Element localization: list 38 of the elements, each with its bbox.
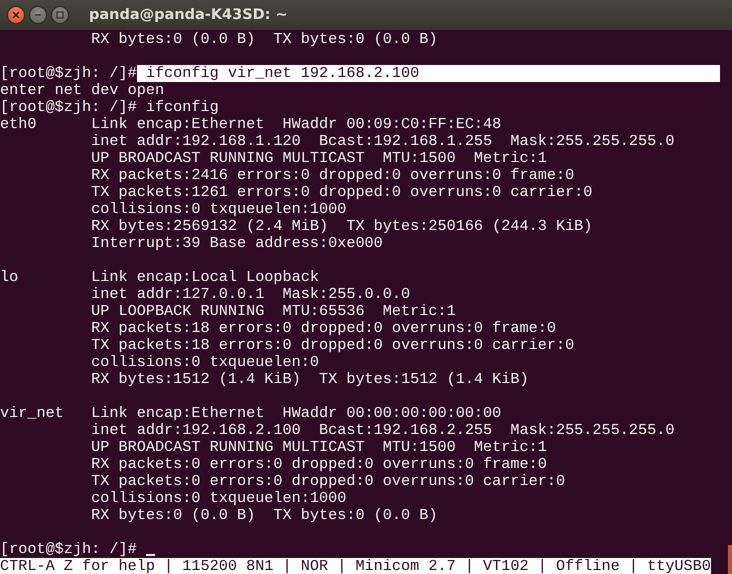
window-title: panda@panda-K43SD: ~ (89, 7, 288, 23)
terminal-line: inet addr:192.168.1.120 Bcast:192.168.1.255 Mask:255.255.255.0 (90, 133, 674, 150)
terminal-line: eth0 Link encap:Ethernet HWaddr 00:09:C0:FF:EC:48 (0, 116, 502, 133)
terminal-line: RX bytes:0 (0.0 B) TX bytes:0 (0.0 B) (90, 507, 438, 524)
close-icon (12, 11, 20, 19)
terminal-line: TX packets:0 errors:0 dropped:0 overruns:0 carrier:0 (90, 473, 566, 490)
terminal-line: UP BROADCAST RUNNING MULTICAST MTU:1500 Metric:1 (90, 439, 547, 456)
terminal-line: collisions:0 txqueuelen:1000 (90, 490, 346, 507)
terminal-line: collisions:0 txqueuelen:1000 (90, 201, 346, 218)
terminal-line: RX packets:0 errors:0 dropped:0 overruns:0 frame:0 (90, 456, 547, 473)
terminal-line: TX packets:1261 errors:0 dropped:0 overruns:0 carrier:0 (90, 184, 592, 201)
terminal-line: UP BROADCAST RUNNING MULTICAST MTU:1500 Metric:1 (90, 150, 547, 167)
terminal-line: inet addr:192.168.2.100 Bcast:192.168.2.255 Mask:255.255.255.0 (90, 422, 674, 439)
shell-prompt: [root@$zjh: /]# (0, 541, 137, 558)
minimize-icon (34, 11, 42, 19)
terminal-line: RX packets:18 errors:0 dropped:0 overruns:0 frame:0 (90, 320, 556, 337)
terminal-line: TX packets:18 errors:0 dropped:0 overruns:0 carrier:0 (90, 337, 574, 354)
terminal-line: RX packets:2416 errors:0 dropped:0 overruns:0 frame:0 (90, 167, 574, 184)
shell-prompt: [root@$zjh: /]# (0, 99, 137, 116)
terminal-line: UP LOOPBACK RUNNING MTU:65536 Metric:1 (90, 303, 456, 320)
terminal-line: RX bytes:0 (0.0 B) TX bytes:0 (0.0 B) (90, 31, 438, 48)
maximize-button[interactable] (51, 6, 69, 24)
terminal-line: collisions:0 txqueuelen:0 (90, 354, 319, 371)
close-button[interactable] (7, 6, 25, 24)
minimize-button[interactable] (29, 6, 47, 24)
scrollbar (728, 545, 732, 574)
terminal-line: lo Link encap:Local Loopback (0, 269, 319, 286)
command-text: ifconfig (144, 99, 220, 116)
terminal-line: vir_net Link encap:Ethernet HWaddr 00:00:00:00:00:00 (0, 405, 502, 422)
terminal-line: RX bytes:1512 (1.4 KiB) TX bytes:1512 (1.4 KiB) (90, 371, 529, 388)
terminal-line: Interrupt:39 Base address:0xe000 (90, 235, 383, 252)
maximize-icon (56, 11, 64, 19)
terminal-line: RX bytes:2569132 (2.4 MiB) TX bytes:250166 (244.3 KiB) (90, 218, 592, 235)
terminal-line: inet addr:127.0.0.1 Mask:255.0.0.0 (90, 286, 410, 303)
terminal-line: enter net dev open (0, 82, 164, 99)
command-text: ifconfig vir_net 192.168.2.100 (136, 65, 720, 82)
status-bar: CTRL-A Z for help | 115200 8N1 | NOR | Minicom 2.7 | VT102 | Offline | ttyUSB0 (0, 558, 711, 574)
shell-prompt: [root@$zjh: /]# (0, 65, 137, 82)
